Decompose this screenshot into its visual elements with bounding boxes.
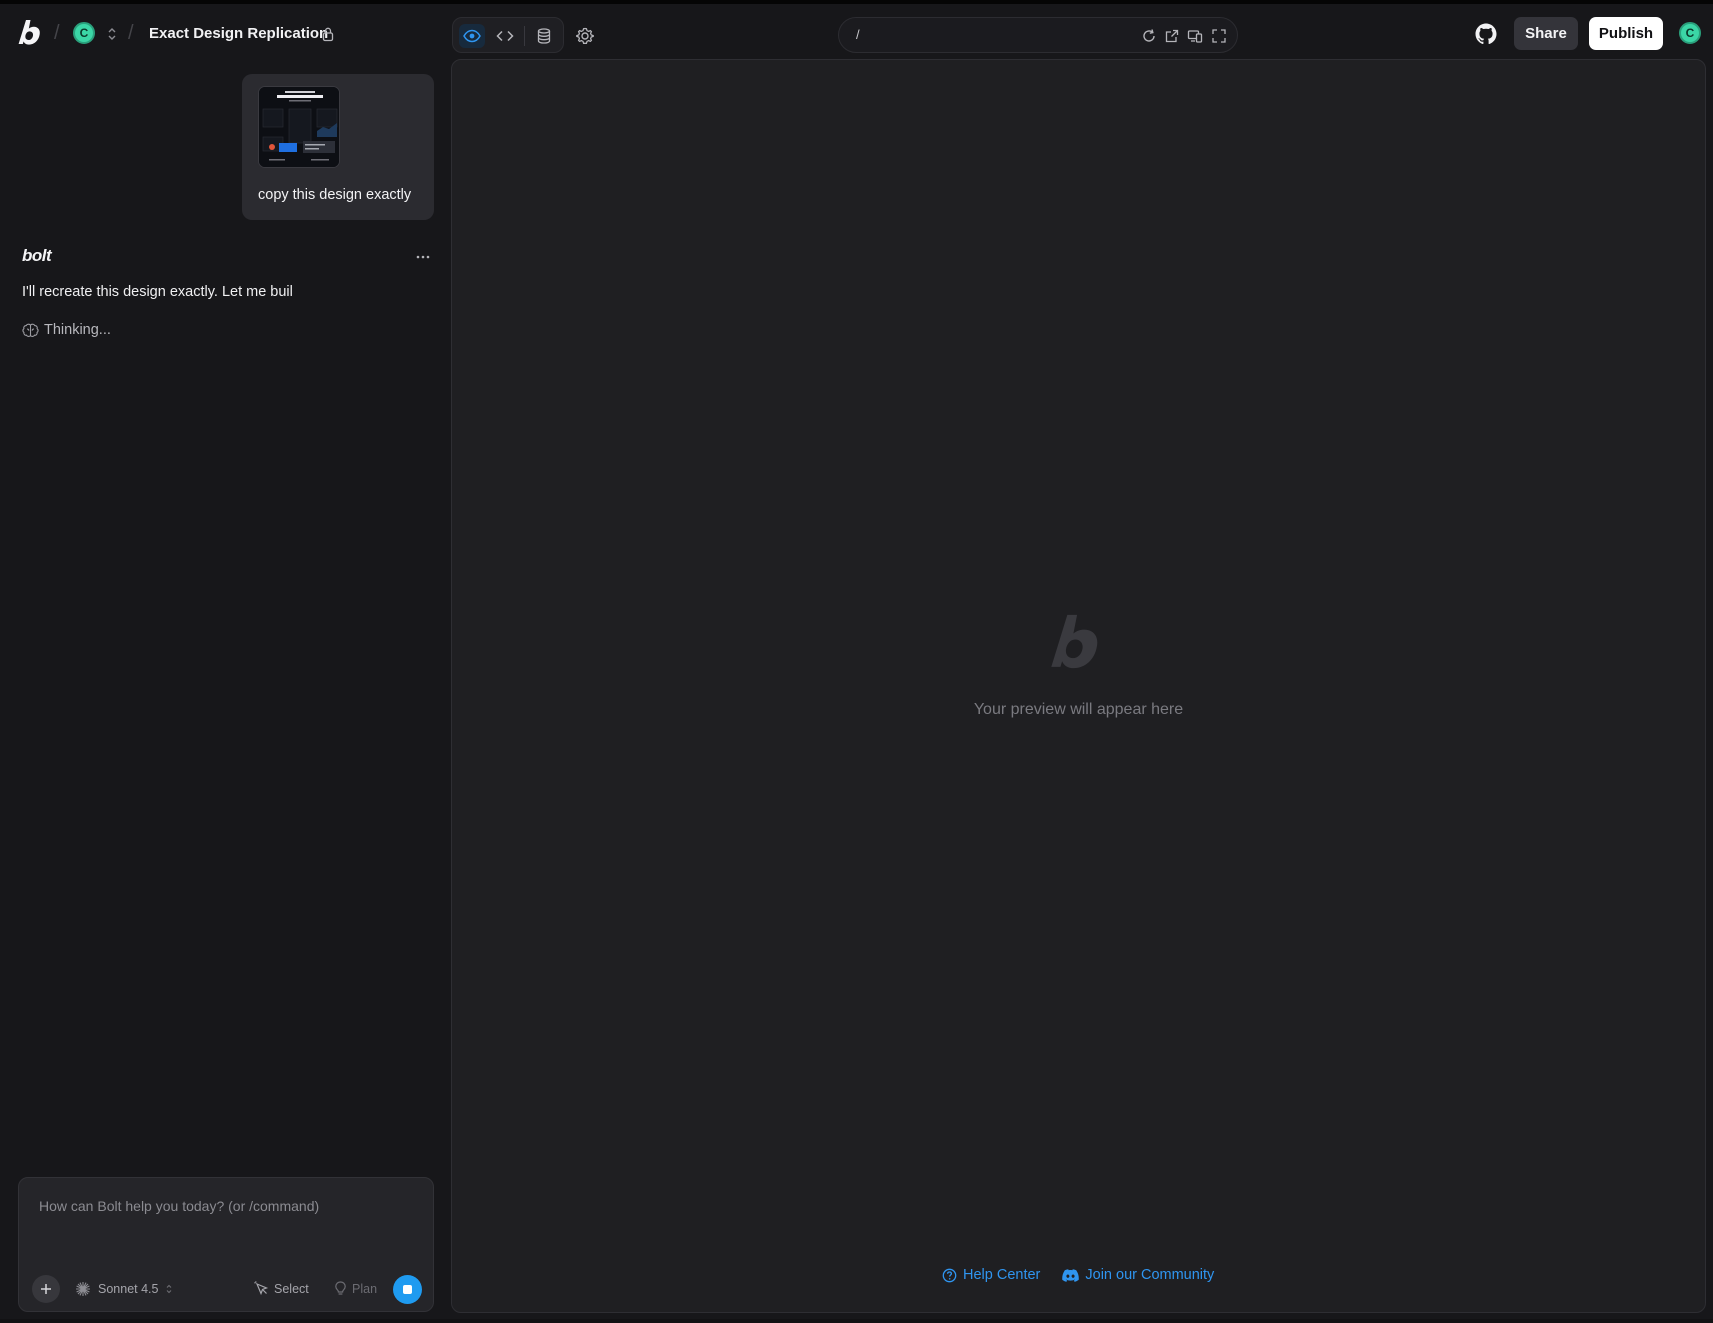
plan-mode-button[interactable]: Plan (334, 1281, 377, 1296)
add-attachment-button[interactable] (32, 1275, 60, 1303)
database-tab[interactable] (531, 24, 557, 48)
lock-icon (322, 27, 334, 42)
database-icon (537, 28, 551, 44)
share-button[interactable]: Share (1514, 17, 1578, 50)
select-element-button[interactable]: Select (254, 1281, 309, 1296)
preview-panel: Your preview will appear here Help Cente… (451, 59, 1706, 1313)
plus-icon (41, 1284, 51, 1294)
preview-tab[interactable] (459, 24, 485, 48)
lightbulb-icon (335, 1281, 346, 1295)
code-icon (496, 30, 514, 42)
project-title[interactable]: Exact Design Replication (149, 25, 328, 42)
eye-icon (463, 29, 481, 43)
code-tab[interactable] (492, 24, 518, 48)
cursor-select-icon (254, 1281, 269, 1296)
breadcrumb-separator: / (128, 22, 134, 44)
open-external-icon[interactable] (1164, 28, 1180, 44)
prompt-input[interactable] (39, 1198, 409, 1214)
discord-icon (1062, 1268, 1080, 1282)
user-message-text: copy this design exactly (258, 187, 412, 203)
chevron-up-down-icon[interactable] (106, 26, 118, 42)
app-window: / C / Exact Design Replication / Share P… (0, 0, 1713, 1319)
stop-generation-button[interactable] (393, 1275, 422, 1304)
bolt-logo-icon[interactable] (18, 20, 42, 46)
account-avatar[interactable]: C (1679, 22, 1701, 44)
bolt-watermark-icon (1051, 614, 1098, 669)
chevron-up-down-icon (167, 1284, 172, 1294)
model-selector[interactable]: Sonnet 4.5 (75, 1281, 173, 1297)
preview-footer-links: Help Center Join our Community (942, 1267, 1214, 1283)
community-label: Join our Community (1085, 1267, 1215, 1283)
view-switcher (452, 17, 564, 53)
breadcrumb-separator: / (54, 22, 60, 44)
plan-label: Plan (352, 1281, 378, 1296)
publish-button[interactable]: Publish (1589, 17, 1663, 50)
top-bar: / C / Exact Design Replication / Share P… (0, 8, 1713, 58)
thinking-indicator: Thinking... (22, 322, 111, 338)
chat-panel: copy this design exactly bolt I'll recre… (0, 58, 450, 1323)
github-icon[interactable] (1474, 22, 1498, 46)
user-avatar[interactable]: C (73, 22, 95, 44)
device-preview-icon[interactable] (1187, 28, 1203, 44)
preview-placeholder-text: Your preview will appear here (973, 701, 1184, 718)
help-center-label: Help Center (963, 1267, 1041, 1283)
help-center-link[interactable]: Help Center (942, 1267, 1040, 1283)
settings-gear-icon[interactable] (573, 24, 597, 48)
fullscreen-icon[interactable] (1211, 28, 1227, 44)
thinking-label: Thinking... (44, 322, 111, 338)
join-community-link[interactable]: Join our Community (1062, 1267, 1214, 1283)
help-circle-icon (942, 1268, 957, 1282)
user-message: copy this design exactly (242, 74, 434, 220)
url-bar[interactable]: / (838, 17, 1238, 53)
url-path[interactable]: / (856, 27, 860, 42)
assistant-name: bolt (22, 246, 52, 265)
model-label: Sonnet 4.5 (98, 1282, 159, 1296)
chat-composer: Sonnet 4.5 Select Plan (18, 1177, 434, 1312)
stop-icon (403, 1285, 412, 1294)
attached-image-thumbnail[interactable] (258, 86, 340, 168)
sparkle-model-icon (76, 1282, 90, 1296)
design-preview-image (259, 87, 339, 167)
divider (524, 26, 525, 46)
reload-icon[interactable] (1141, 28, 1157, 44)
select-label: Select (274, 1281, 309, 1296)
more-options-icon[interactable] (414, 254, 432, 260)
assistant-message-text: I'll recreate this design exactly. Let m… (22, 284, 293, 300)
brain-icon (22, 323, 39, 337)
